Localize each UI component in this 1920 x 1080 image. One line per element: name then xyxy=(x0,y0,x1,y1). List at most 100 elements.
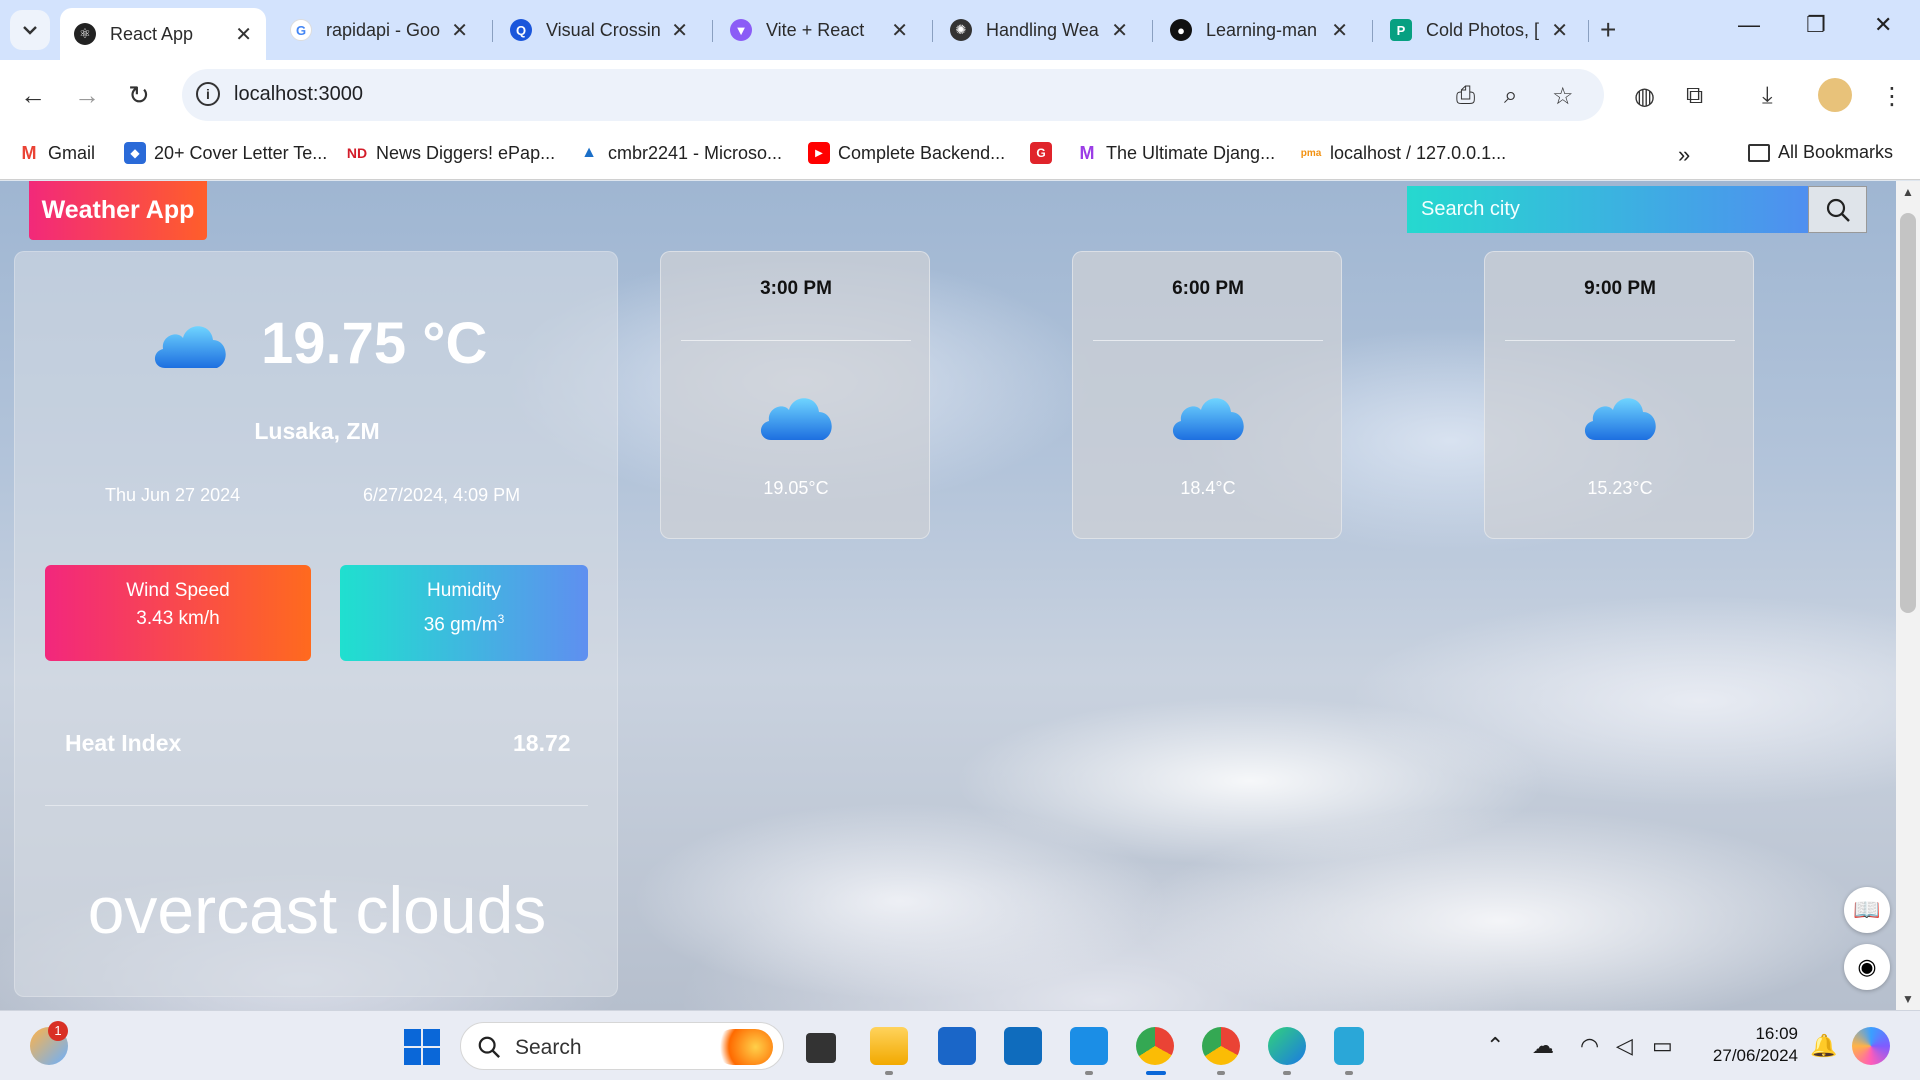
bookmark-complete-backend[interactable]: ▶ Complete Backend... xyxy=(808,142,1005,164)
reading-mode-icon[interactable]: 📖 xyxy=(1844,887,1890,933)
forecast-temp: 18.4°C xyxy=(1180,478,1236,498)
battery-icon[interactable]: ▭ xyxy=(1652,1033,1673,1059)
bookmarks-bar: M Gmail ◆ 20+ Cover Letter Te... ND News… xyxy=(0,130,1920,180)
location-label: Lusaka, ZM xyxy=(254,418,380,444)
chevron-up-icon[interactable]: ⌃ xyxy=(1486,1033,1504,1059)
tab-search-button[interactable] xyxy=(10,10,50,50)
django-course-icon: M xyxy=(1076,142,1098,164)
bookmark-news-diggers[interactable]: ND News Diggers! ePap... xyxy=(346,142,555,164)
kebab-menu-icon[interactable]: ⋮ xyxy=(1880,82,1904,111)
bookmark-gmail[interactable]: M Gmail xyxy=(18,142,95,164)
notepad-icon[interactable] xyxy=(1334,1027,1364,1065)
close-tab-icon[interactable]: ✕ xyxy=(1551,18,1568,43)
wifi-icon[interactable]: ◠ xyxy=(1580,1033,1599,1059)
vscode-icon[interactable] xyxy=(1070,1027,1108,1065)
clock-time: 16:09 xyxy=(1755,1024,1798,1043)
forecast-divider xyxy=(1505,340,1735,341)
close-tab-icon[interactable]: ✕ xyxy=(891,18,908,43)
system-clock[interactable]: 16:09 27/06/2024 xyxy=(1698,1023,1798,1067)
gmail-icon: M xyxy=(18,142,40,164)
close-window-icon[interactable]: ✕ xyxy=(1874,12,1892,38)
search-button[interactable] xyxy=(1808,186,1867,233)
back-icon[interactable]: ← xyxy=(20,80,46,111)
copilot-taskbar-icon[interactable] xyxy=(1852,1027,1890,1065)
humidity-unit-sup: 3 xyxy=(497,612,505,626)
page-scrollbar[interactable]: ▲ ▼ xyxy=(1896,181,1920,1010)
forward-icon[interactable]: → xyxy=(74,80,100,111)
extensions-icon[interactable]: ⧉ xyxy=(1686,82,1703,110)
scroll-up-icon[interactable]: ▲ xyxy=(1902,185,1914,199)
openai-icon: ✺ xyxy=(950,19,972,41)
tab-handling-weather[interactable]: ✺ Handling Wea ✕ xyxy=(936,8,1142,52)
volume-icon[interactable]: ◁ xyxy=(1616,1033,1633,1059)
more-bookmarks-icon[interactable]: » xyxy=(1678,142,1690,168)
close-tab-icon[interactable]: ✕ xyxy=(235,22,252,47)
task-view-icon[interactable] xyxy=(806,1033,836,1063)
search-city-input[interactable] xyxy=(1407,186,1808,233)
azure-icon: ▲ xyxy=(578,142,600,164)
copilot-icon[interactable]: ◉ xyxy=(1844,944,1890,990)
browser-tab-bar: ⚛ React App ✕ G rapidapi - Goo ✕ Q Visua… xyxy=(0,0,1920,60)
scrollbar-thumb[interactable] xyxy=(1900,213,1916,613)
city-search xyxy=(1407,186,1867,233)
forecast-card: 9:00 PM 15.23°C xyxy=(1484,251,1754,539)
current-datetime: 6/27/2024, 4:09 PM xyxy=(363,485,521,505)
heat-index-label: Heat Index xyxy=(65,730,182,756)
taskbar-search[interactable]: Search xyxy=(460,1022,784,1070)
download-icon[interactable]: ⤓ xyxy=(1762,82,1773,110)
tab-react-app[interactable]: ⚛ React App ✕ xyxy=(60,8,266,60)
microsoft-store-icon[interactable] xyxy=(938,1027,976,1065)
app-brand[interactable]: Weather App xyxy=(29,181,207,240)
bookmark-star-icon[interactable]: ☆ xyxy=(1552,82,1574,111)
current-temperature: 19.75 °C xyxy=(261,311,488,376)
close-tab-icon[interactable]: ✕ xyxy=(671,18,688,43)
notification-bell-icon[interactable]: 🔔 xyxy=(1810,1033,1837,1059)
file-explorer-icon[interactable] xyxy=(870,1027,908,1065)
bookmark-phpmyadmin[interactable]: pma localhost / 127.0.0.1... xyxy=(1300,142,1506,164)
bookmark-g-site[interactable]: G xyxy=(1030,142,1060,164)
windows-start-icon[interactable] xyxy=(404,1029,440,1065)
forecast-card: 6:00 PM 18.4°C xyxy=(1072,251,1342,539)
site-info-icon[interactable]: i xyxy=(196,82,220,106)
minimize-icon[interactable]: — xyxy=(1738,12,1760,38)
tab-cold-photos[interactable]: P Cold Photos, [ ✕ xyxy=(1376,8,1582,52)
close-tab-icon[interactable]: ✕ xyxy=(1111,18,1128,43)
outlook-icon[interactable] xyxy=(1004,1027,1042,1065)
tab-separator xyxy=(712,20,713,42)
chrome-icon[interactable] xyxy=(1136,1027,1174,1065)
url-text[interactable]: localhost:3000 xyxy=(234,83,363,106)
scroll-down-icon[interactable]: ▼ xyxy=(1902,992,1914,1006)
humidity-box: Humidity 36 gm/m3 xyxy=(340,565,588,661)
reload-icon[interactable]: ↻ xyxy=(128,80,150,111)
close-tab-icon[interactable]: ✕ xyxy=(1331,18,1348,43)
edge-icon[interactable] xyxy=(1268,1027,1306,1065)
weather-description: overcast clouds xyxy=(87,873,547,947)
card-divider xyxy=(45,805,588,806)
tab-separator xyxy=(1372,20,1373,42)
chrome-profile-icon[interactable] xyxy=(1202,1027,1240,1065)
bookmark-microsoft-learn[interactable]: ▲ cmbr2241 - Microso... xyxy=(578,142,782,164)
forecast-time: 3:00 PM xyxy=(760,278,832,299)
extension-badge-icon[interactable]: ◍ xyxy=(1634,82,1655,111)
profile-avatar[interactable] xyxy=(1818,78,1852,112)
all-bookmarks-button[interactable]: All Bookmarks xyxy=(1748,142,1893,163)
forecast-divider xyxy=(681,340,911,341)
tab-vite-react[interactable]: ▼ Vite + React ✕ xyxy=(716,8,922,52)
new-tab-button[interactable]: + xyxy=(1600,14,1616,46)
bookmark-cover-letter[interactable]: ◆ 20+ Cover Letter Te... xyxy=(124,142,327,164)
onedrive-icon[interactable]: ☁ xyxy=(1532,1033,1554,1059)
close-tab-icon[interactable]: ✕ xyxy=(451,18,468,43)
restore-icon[interactable]: ❐ xyxy=(1806,12,1826,38)
tab-github-learning[interactable]: ● Learning-man ✕ xyxy=(1156,8,1362,52)
tab-visual-crossing[interactable]: Q Visual Crossin ✕ xyxy=(496,8,702,52)
tab-rapidapi[interactable]: G rapidapi - Goo ✕ xyxy=(276,8,482,52)
folder-icon xyxy=(1748,143,1770,162)
github-icon: ● xyxy=(1170,19,1192,41)
bookmark-ultimate-django[interactable]: M The Ultimate Djang... xyxy=(1076,142,1275,164)
cloud-icon xyxy=(760,398,832,440)
address-bar[interactable]: i localhost:3000 ⎙ ⌕ ☆ xyxy=(182,69,1604,121)
heat-index-value: 18.72 xyxy=(513,730,571,756)
zoom-icon[interactable]: ⌕ xyxy=(1504,82,1517,110)
youtube-icon: ▶ xyxy=(808,142,830,164)
install-app-icon[interactable]: ⎙ xyxy=(1456,82,1475,110)
